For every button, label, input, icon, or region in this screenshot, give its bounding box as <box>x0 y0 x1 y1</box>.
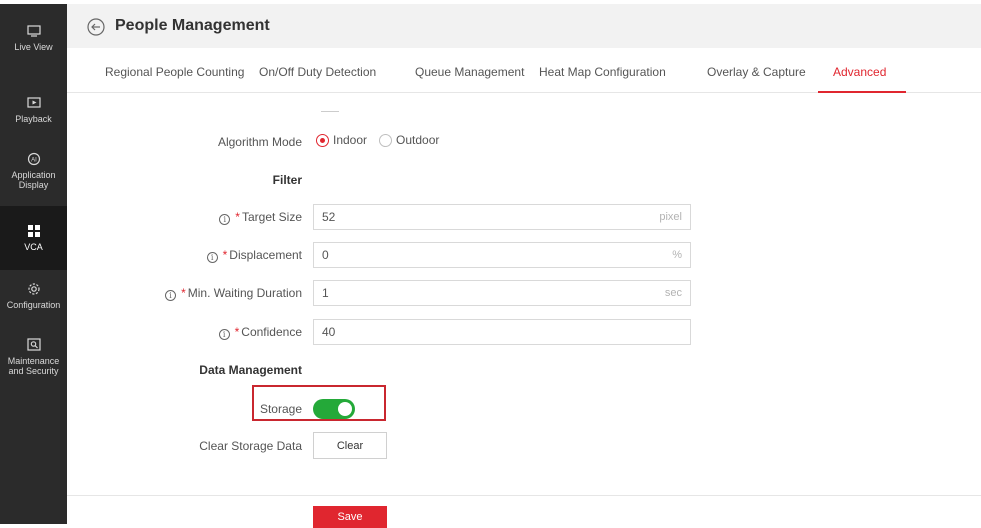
displacement-label-text: Displacement <box>229 248 302 262</box>
sidebar-item-label: Application Display <box>11 170 56 190</box>
tab-overlay-capture[interactable]: Overlay & Capture <box>707 65 806 79</box>
tab-on-off-duty-detection[interactable]: On/Off Duty Detection <box>259 65 376 79</box>
tab-regional-people-counting[interactable]: Regional People Counting <box>105 65 244 79</box>
clear-storage-data-label: Clear Storage Data <box>199 439 302 453</box>
info-icon[interactable]: i <box>219 214 231 225</box>
storage-toggle[interactable] <box>313 399 355 419</box>
ai-icon: AI <box>27 152 41 166</box>
svg-text:AI: AI <box>31 158 37 164</box>
sidebar-item-application-display[interactable]: AI Application Display <box>0 152 67 202</box>
displacement-input[interactable]: 0 % <box>313 242 691 268</box>
tab-queue-management[interactable]: Queue Management <box>415 65 524 79</box>
back-arrow-icon[interactable] <box>87 18 105 36</box>
gear-icon <box>27 282 41 296</box>
sidebar-item-configuration[interactable]: Configuration <box>0 282 67 322</box>
info-icon[interactable]: i <box>206 252 218 263</box>
tab-advanced[interactable]: Advanced <box>833 65 886 79</box>
algorithm-mode-radio-group: Indoor Outdoor <box>316 133 451 147</box>
indoor-label[interactable]: Indoor <box>333 133 367 147</box>
outdoor-radio[interactable] <box>379 133 393 147</box>
info-icon[interactable]: i <box>218 329 230 340</box>
required-marker: * <box>222 248 228 262</box>
confidence-label-text: Confidence <box>241 325 302 339</box>
required-marker: * <box>234 325 240 339</box>
info-icon[interactable]: i <box>165 290 177 301</box>
advanced-form: Algorithm Mode Indoor Outdoor Filter i * T… <box>67 93 981 528</box>
displacement-unit: % <box>672 249 682 261</box>
footer-divider <box>67 495 981 496</box>
play-icon <box>26 96 41 110</box>
algorithm-mode-label: Algorithm Mode <box>217 135 302 149</box>
grid-icon <box>27 224 41 238</box>
indoor-radio[interactable] <box>316 133 329 147</box>
sidebar: Live View Playback AI Application Displa… <box>0 4 67 524</box>
target-size-value: 52 <box>322 210 336 224</box>
sidebar-item-maintenance[interactable]: Maintenance and Security <box>0 338 67 388</box>
min-waiting-value: 1 <box>322 286 329 300</box>
sidebar-item-label: VCA <box>24 242 43 252</box>
tab-bar: Regional People Counting On/Off Duty Det… <box>67 48 981 93</box>
save-button[interactable]: Save <box>313 506 387 528</box>
sidebar-item-live-view[interactable]: Live View <box>0 24 67 64</box>
clear-button[interactable]: Clear <box>313 432 387 459</box>
sidebar-item-vca[interactable]: VCA <box>0 206 67 270</box>
filter-section-title: Filter <box>272 173 302 187</box>
confidence-label: i * Confidence <box>218 325 302 340</box>
monitor-icon <box>26 24 41 38</box>
sidebar-item-label: Playback <box>15 114 52 124</box>
page-title: People Management <box>115 17 270 34</box>
confidence-value: 40 <box>322 325 336 339</box>
page-header: People Management <box>67 4 981 48</box>
target-size-unit: pixel <box>659 211 682 223</box>
tool-icon <box>26 338 41 352</box>
tab-heat-map-configuration[interactable]: Heat Map Configuration <box>539 65 666 79</box>
storage-label: Storage <box>259 402 302 416</box>
displacement-value: 0 <box>322 248 329 262</box>
required-marker: * <box>235 210 240 224</box>
min-waiting-duration-label: i * Min. Waiting Duration <box>165 286 302 301</box>
min-waiting-label-text: Min. Waiting Duration <box>187 286 302 300</box>
target-size-label: i * Target Size <box>219 210 302 225</box>
sidebar-item-label: Configuration <box>6 300 61 310</box>
divider <box>321 111 339 112</box>
min-waiting-unit: sec <box>664 287 682 299</box>
displacement-label: i * Displacement <box>206 248 302 263</box>
min-waiting-duration-input[interactable]: 1 sec <box>313 280 691 306</box>
target-size-label-text: Target Size <box>241 210 302 224</box>
outdoor-label[interactable]: Outdoor <box>396 133 439 147</box>
sidebar-item-playback[interactable]: Playback <box>0 96 67 136</box>
confidence-input[interactable]: 40 <box>313 319 691 345</box>
sidebar-item-label: Maintenance and Security <box>7 356 60 376</box>
required-marker: * <box>181 286 186 300</box>
target-size-input[interactable]: 52 pixel <box>313 204 691 230</box>
sidebar-item-label: Live View <box>14 42 53 52</box>
data-management-section-title: Data Management <box>199 363 302 377</box>
